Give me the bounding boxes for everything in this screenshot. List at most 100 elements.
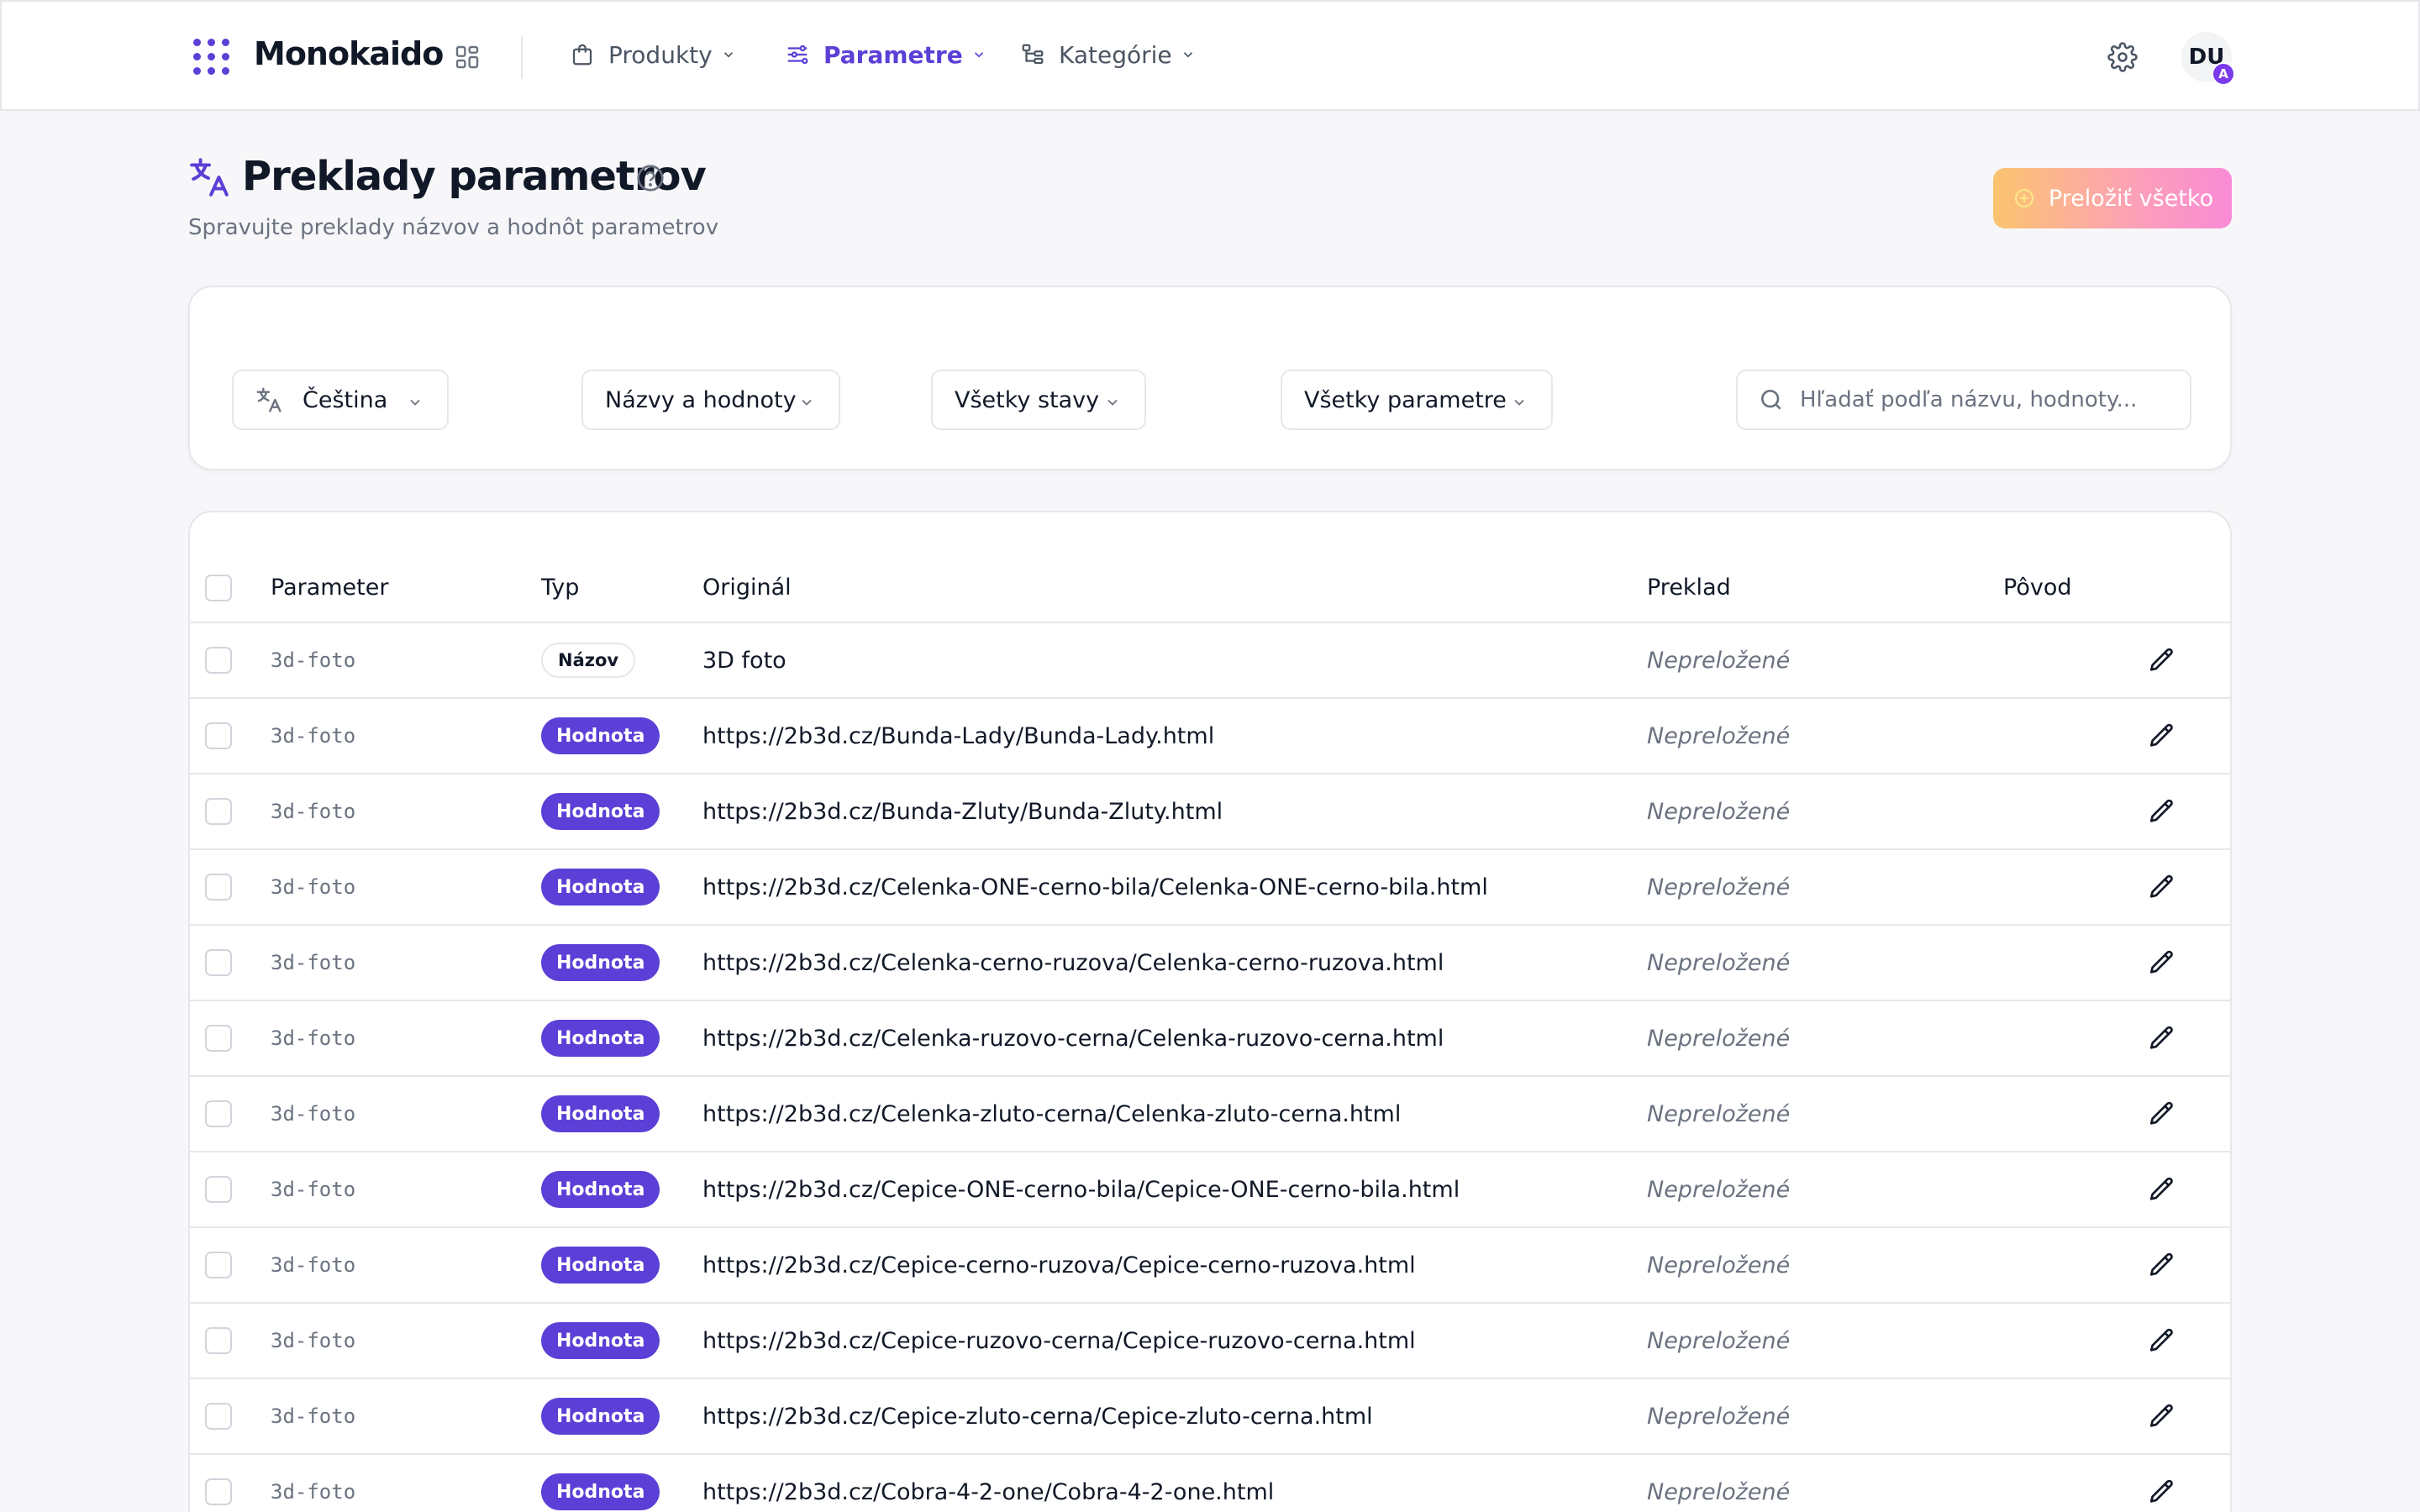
translation-status: Nepreložené: [1647, 1478, 1791, 1505]
tree-structure-icon: [1022, 44, 1044, 65]
column-header-source[interactable]: Pôvod: [2003, 575, 2071, 601]
table-row[interactable]: 3d-foto Hodnota https://2b3d.cz/Bunda-Lady…: [190, 699, 2230, 774]
nav-item-produkty[interactable]: Produkty: [570, 35, 736, 74]
row-checkbox[interactable]: [205, 722, 232, 749]
nav-item-kategorie[interactable]: Kategórie: [1020, 35, 1196, 74]
apps-grid-icon[interactable]: [454, 44, 481, 71]
type-cell: Názov: [541, 623, 636, 697]
parameter-code: 3d-foto: [271, 1253, 356, 1277]
logo-dots-icon[interactable]: [193, 39, 230, 76]
translation-status: Nepreložené: [1647, 1025, 1791, 1052]
help-circle-icon[interactable]: [635, 163, 666, 193]
chevron-down-icon: [1107, 399, 1118, 406]
parameter-code: 3d-foto: [271, 1102, 356, 1126]
type-cell: Hodnota: [541, 926, 660, 1000]
row-checkbox[interactable]: [205, 798, 232, 825]
parameter-code: 3d-foto: [271, 875, 356, 899]
column-header-parameter[interactable]: Parameter: [271, 575, 388, 601]
row-checkbox[interactable]: [205, 1478, 232, 1505]
select-all-checkbox[interactable]: [205, 575, 232, 601]
row-checkbox[interactable]: [205, 647, 232, 674]
sliders-icon: [787, 45, 808, 65]
row-checkbox[interactable]: [205, 1327, 232, 1354]
search-field[interactable]: [1736, 370, 2191, 430]
table-row[interactable]: 3d-foto Hodnota https://2b3d.cz/Cepice-zlu…: [190, 1379, 2230, 1455]
table-row[interactable]: 3d-foto Hodnota https://2b3d.cz/Celenka-ce…: [190, 926, 2230, 1001]
row-checkbox[interactable]: [205, 1176, 232, 1203]
type-badge: Názov: [541, 643, 636, 678]
column-header-type[interactable]: Typ: [541, 575, 579, 601]
nav-item-parametre[interactable]: Parametre: [785, 35, 986, 74]
language-select[interactable]: Čeština: [232, 370, 449, 430]
parameters-select-value: Všetky parametre: [1304, 386, 1507, 413]
edit-button[interactable]: [2148, 1001, 2176, 1075]
pencil-icon: [2149, 648, 2173, 671]
table-row[interactable]: 3d-foto Hodnota https://2b3d.cz/Cobra-4-2-…: [190, 1455, 2230, 1512]
brand-name[interactable]: Monokaido: [254, 35, 444, 72]
parameters-select[interactable]: Všetky parametre: [1281, 370, 1553, 430]
pencil-icon: [2149, 1252, 2173, 1276]
nav-divider: [521, 35, 523, 79]
nav-item-label: Parametre: [823, 40, 963, 69]
original-value: https://2b3d.cz/Cepice-zluto-cerna/Cepic…: [702, 1403, 1373, 1430]
type-badge: Hodnota: [541, 944, 660, 981]
original-value: https://2b3d.cz/Cepice-ONE-cerno-bila/Ce…: [702, 1176, 1460, 1203]
translate-all-button[interactable]: Preložiť všetko: [1993, 168, 2232, 228]
type-badge: Hodnota: [541, 793, 660, 830]
edit-button[interactable]: [2148, 1077, 2176, 1151]
status-select-value: Všetky stavy: [955, 386, 1100, 413]
type-badge: Hodnota: [541, 1473, 660, 1510]
column-header-original[interactable]: Originál: [702, 575, 792, 601]
type-badge: Hodnota: [541, 1095, 660, 1132]
edit-button[interactable]: [2148, 1152, 2176, 1226]
pencil-icon: [2149, 1479, 2173, 1503]
translation-status: Nepreložené: [1647, 798, 1791, 825]
type-cell: Hodnota: [541, 699, 660, 773]
translate-icon: [190, 158, 229, 197]
search-input[interactable]: [1800, 387, 2170, 412]
original-value: https://2b3d.cz/Bunda-Zluty/Bunda-Zluty.…: [702, 798, 1223, 825]
row-checkbox[interactable]: [205, 874, 232, 900]
table-row[interactable]: 3d-foto Hodnota https://2b3d.cz/Celenka-zl…: [190, 1077, 2230, 1152]
type-badge: Hodnota: [541, 1322, 660, 1359]
edit-button[interactable]: [2148, 1379, 2176, 1453]
table-row[interactable]: 3d-foto Hodnota https://2b3d.cz/Celenka-ru…: [190, 1001, 2230, 1077]
type-cell: Hodnota: [541, 774, 660, 848]
translate-icon: [256, 387, 281, 412]
edit-button[interactable]: [2148, 1228, 2176, 1302]
edit-button[interactable]: [2148, 623, 2176, 697]
edit-button[interactable]: [2148, 774, 2176, 848]
scope-select[interactable]: Názvy a hodnoty: [581, 370, 840, 430]
chevron-down-icon: [1183, 52, 1192, 58]
table-row[interactable]: 3d-foto Hodnota https://2b3d.cz/Cepice-ruz…: [190, 1304, 2230, 1379]
table-row[interactable]: 3d-foto Hodnota https://2b3d.cz/Cepice-cer…: [190, 1228, 2230, 1304]
edit-button[interactable]: [2148, 1304, 2176, 1378]
pencil-icon: [2149, 1101, 2173, 1125]
table-row[interactable]: 3d-foto Názov 3D foto Nepreložené: [190, 623, 2230, 699]
edit-button[interactable]: [2148, 850, 2176, 924]
row-checkbox[interactable]: [205, 949, 232, 976]
original-value: https://2b3d.cz/Cobra-4-2-one/Cobra-4-2-…: [702, 1478, 1275, 1505]
table-row[interactable]: 3d-foto Hodnota https://2b3d.cz/Celenka-ON…: [190, 850, 2230, 926]
parameter-code: 3d-foto: [271, 1329, 356, 1352]
parameter-code: 3d-foto: [271, 1480, 356, 1504]
edit-button[interactable]: [2148, 926, 2176, 1000]
table-row[interactable]: 3d-foto Hodnota https://2b3d.cz/Cepice-ONE…: [190, 1152, 2230, 1228]
row-checkbox[interactable]: [205, 1252, 232, 1278]
edit-button[interactable]: [2148, 1455, 2176, 1512]
row-checkbox[interactable]: [205, 1025, 232, 1052]
gear-icon[interactable]: [2107, 42, 2138, 72]
table-row[interactable]: 3d-foto Hodnota https://2b3d.cz/Bunda-Zlut…: [190, 774, 2230, 850]
row-checkbox[interactable]: [205, 1100, 232, 1127]
status-select[interactable]: Všetky stavy: [931, 370, 1146, 430]
language-select-value: Čeština: [302, 386, 388, 413]
chevron-down-icon: [1514, 399, 1524, 406]
type-badge: Hodnota: [541, 1171, 660, 1208]
row-checkbox[interactable]: [205, 1403, 232, 1430]
sparkle-icon: [2014, 188, 2033, 208]
type-cell: Hodnota: [541, 1304, 660, 1378]
original-value: https://2b3d.cz/Cepice-ruzovo-cerna/Cepi…: [702, 1327, 1416, 1354]
edit-button[interactable]: [2148, 699, 2176, 773]
column-header-translation[interactable]: Preklad: [1647, 575, 1731, 601]
scope-select-value: Názvy a hodnoty: [605, 386, 797, 413]
